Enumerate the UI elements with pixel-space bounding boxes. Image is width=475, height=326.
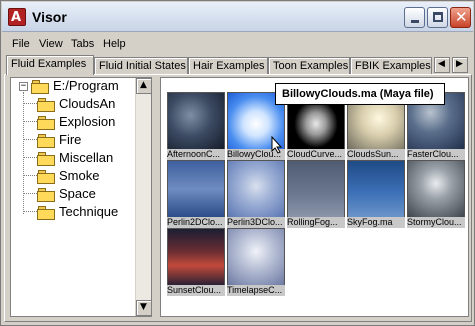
tree-line [23,92,24,214]
thumbnail-caption: FasterClou... [407,149,465,160]
tree-node-label: Smoke [59,168,100,183]
tree-node-explosion[interactable]: Explosion [37,114,137,132]
tree-node-cloudsan[interactable]: CloudsAn [37,96,137,114]
thumbnail-caption: SunsetClou... [167,285,225,296]
tree-node-label: Miscellan [59,150,114,165]
tab-scroll-left-button[interactable]: ◀ [434,57,450,73]
tree-vertical-scrollbar[interactable]: ▲ ▼ [135,78,151,316]
thumbnail-afternoon-clouds[interactable]: AfternoonC... [167,92,225,160]
title-bar[interactable]: A Visor ✕ [2,2,473,32]
tab-fbik-examples[interactable]: FBIK Examples [350,57,432,75]
folder-icon [37,206,55,220]
arrow-right-icon: ▶ [456,59,463,69]
tree-node-root[interactable]: − E:/Program [11,78,135,96]
thumbnail-caption: CloudsSun... [347,149,405,160]
tree-node-miscellaneous[interactable]: Miscellan [37,150,137,168]
thumbnail-sunset-clouds[interactable]: SunsetClou... [167,228,225,296]
thumbnail-caption: SkyFog.ma [347,217,405,228]
scroll-down-button[interactable]: ▼ [136,300,151,316]
collapse-icon[interactable]: − [19,82,28,91]
thumbnail-rolling-fog[interactable]: RollingFog... [287,160,345,228]
menu-bar: File View Tabs Help [2,36,473,54]
thumbnail-caption: CloudCurve... [287,149,345,160]
thumbnail-perlin2d-clouds[interactable]: Perlin2DClo... [167,160,225,228]
minimize-button[interactable] [404,7,425,28]
tab-scroll-right-button[interactable]: ▶ [452,57,468,73]
maximize-icon [433,12,443,22]
tree-line [23,193,37,194]
scroll-up-button[interactable]: ▲ [136,78,151,94]
file-tooltip: BillowyClouds.ma (Maya file) [275,83,445,105]
tab-fluid-initial-states[interactable]: Fluid Initial States [94,57,188,75]
tab-strip: Fluid Examples Fluid Initial States Hair… [2,55,473,75]
maximize-button[interactable] [427,7,448,28]
thumbnail-perlin3d-clouds[interactable]: Perlin3DClo... [227,160,285,228]
close-button[interactable]: ✕ [450,7,471,28]
tree-node-fire[interactable]: Fire [37,132,137,150]
directory-tree: − E:/Program CloudsAn Explosion Fire Mis… [10,77,152,317]
thumbnail-caption: RollingFog... [287,217,345,228]
thumbnail-caption: TimelapseC... [227,285,285,296]
tree-node-label: CloudsAn [59,96,116,111]
tree-node-label: Fire [59,132,82,147]
tree-line [23,139,37,140]
arrow-left-icon: ◀ [438,59,445,69]
thumbnail-image [167,92,225,150]
minimize-icon [411,20,419,23]
pane-splitter[interactable] [154,77,159,317]
tree-line [23,157,37,158]
tab-content-fluid-examples: − E:/Program CloudsAn Explosion Fire Mis… [4,74,472,322]
thumbnail-caption: Perlin3DClo... [227,217,285,228]
maya-app-icon: A [8,8,26,26]
folder-icon [37,116,55,130]
tab-toon-examples[interactable]: Toon Examples [268,57,350,75]
tree-node-space[interactable]: Space [37,186,137,204]
tree-node-smoke[interactable]: Smoke [37,168,137,186]
visor-window: A Visor ✕ File View Tabs Help Fluid Exam… [0,0,475,326]
tree-node-techniques[interactable]: Technique [37,204,137,222]
folder-icon [37,170,55,184]
thumbnail-image [407,160,465,218]
thumbnail-caption: Perlin2DClo... [167,217,225,228]
thumbnail-image [167,160,225,218]
thumbnail-image [227,228,285,286]
arrow-down-icon: ▼ [140,302,147,312]
thumbnail-sky-fog[interactable]: SkyFog.ma [347,160,405,228]
arrow-up-icon: ▲ [140,80,147,90]
tree-node-label: E:/Program [53,78,119,93]
tree-node-label: Space [59,186,96,201]
thumbnail-image [227,160,285,218]
thumbnail-timelapse-clouds[interactable]: TimelapseC... [227,228,285,296]
tree-line [23,175,37,176]
tree-line [23,211,37,212]
mouse-pointer-icon [271,136,283,154]
tree-line [23,121,37,122]
folder-icon [37,152,55,166]
folder-icon [37,188,55,202]
thumbnail-caption: AfternoonC... [167,149,225,160]
thumbnail-image [347,160,405,218]
menu-file[interactable]: File [12,38,30,50]
thumbnail-stormy-clouds[interactable]: StormyClou... [407,160,465,228]
tree-line [23,103,37,104]
folder-icon [37,134,55,148]
window-title: Visor [32,9,67,25]
tab-fluid-examples[interactable]: Fluid Examples [6,55,94,75]
folder-icon [37,98,55,112]
thumbnail-image [287,160,345,218]
close-icon: ✕ [455,8,468,26]
thumbnail-caption: StormyClou... [407,217,465,228]
menu-view[interactable]: View [39,38,63,50]
folder-open-icon [31,80,49,94]
tab-hair-examples[interactable]: Hair Examples [188,57,268,75]
thumbnail-image [167,228,225,286]
tree-node-label: Explosion [59,114,116,129]
example-thumbnail-grid: AfternoonC... BillowyClou... CloudCurve.… [160,77,469,317]
menu-help[interactable]: Help [103,38,126,50]
tree-node-label: Technique [59,204,119,219]
menu-tabs[interactable]: Tabs [71,38,94,50]
